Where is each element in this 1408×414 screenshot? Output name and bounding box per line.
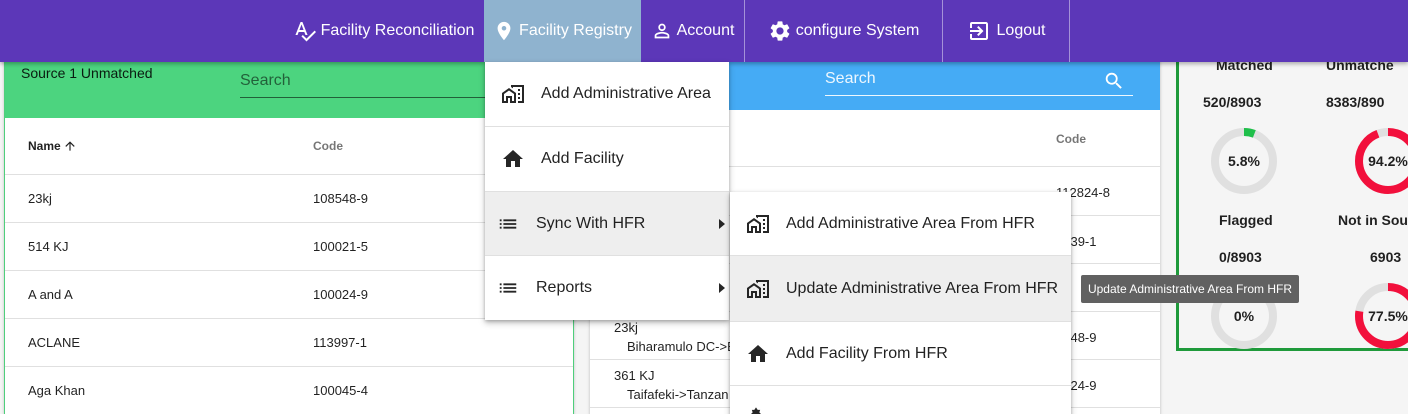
nav-configure-system-label: configure System — [795, 22, 920, 39]
menu-item-reports[interactable]: Reports — [485, 256, 729, 320]
nav-logout-label: Logout — [996, 22, 1046, 39]
nav-facility-reconciliation-label: Facility Reconciliation — [320, 22, 475, 39]
not-in-source-value: 6903 — [1370, 249, 1402, 265]
table-row[interactable]: Aga Khan 100045-4 — [5, 367, 573, 414]
row-name: ACLANE — [28, 335, 81, 350]
logout-icon — [969, 22, 988, 40]
row-code: 113997-1 — [313, 335, 367, 350]
list-icon — [499, 218, 517, 229]
row-name: A and A — [28, 287, 73, 302]
nav-facility-reconciliation[interactable]: Facility Reconciliation — [283, 0, 484, 62]
add-location-icon — [747, 214, 769, 233]
nav-facility-registry-label: Facility Registry — [519, 22, 632, 39]
code-column-header[interactable]: Code — [313, 139, 343, 153]
source1-title: Source 1 Unmatched — [21, 65, 153, 81]
name-column-label: Name — [28, 139, 61, 153]
top-toolbar: Facility Reconciliation Facility Registr… — [0, 0, 1408, 62]
flagged-label: Flagged — [1219, 212, 1273, 228]
row-name: 361 KJ — [614, 368, 655, 383]
menu-item-label: Sync With HFR — [536, 214, 646, 232]
menu-item-label: Update Administrative Area From HFR — [786, 279, 1059, 297]
matched-donut: 5.8% — [1210, 127, 1278, 195]
source1-search-input[interactable]: Search — [240, 70, 520, 98]
gear-icon — [751, 407, 761, 414]
gear-icon — [770, 21, 790, 41]
row-code: 100024-9 — [313, 287, 368, 302]
tooltip: Update Administrative Area From HFR — [1081, 275, 1299, 303]
person-icon — [654, 23, 669, 39]
row-name: 514 KJ — [28, 239, 69, 254]
facility-registry-menu: Add Administrative Area Add Facility Syn… — [485, 62, 729, 320]
matched-percent: 5.8% — [1228, 153, 1260, 169]
menu-item-add-facility[interactable]: Add Facility — [485, 127, 729, 192]
row-code: 108548-9 — [313, 191, 368, 206]
home-icon — [503, 150, 523, 167]
row-name: Aga Khan — [28, 383, 86, 398]
matched-value: 520/8903 — [1203, 94, 1262, 110]
nav-account-label: Account — [676, 22, 735, 39]
nav-facility-registry[interactable]: Facility Registry — [484, 0, 641, 62]
nav-configure-system[interactable]: configure System — [744, 0, 942, 62]
add-location-icon — [502, 85, 524, 103]
nav-logout[interactable]: Logout — [942, 0, 1070, 62]
menu-item-label: Add Facility — [541, 150, 624, 167]
arrow-up-icon — [65, 141, 75, 151]
unmatched-donut: 94.2% — [1354, 127, 1408, 195]
spellcheck-icon — [295, 22, 316, 42]
sync-with-hfr-submenu: Add Administrative Area From HFR Update … — [730, 192, 1071, 414]
unmatched-percent: 94.2% — [1368, 153, 1408, 169]
add-location-icon — [747, 279, 769, 298]
not-in-source-donut: 77.5% — [1354, 282, 1408, 350]
list-icon — [499, 283, 517, 293]
menu-item-sync-with-hfr[interactable]: Sync With HFR — [485, 192, 729, 256]
menu-item-label: Add Administrative Area From HFR — [786, 214, 1035, 232]
row-parent: Biharamulo DC->B — [627, 339, 736, 354]
source2-search-placeholder: Search — [825, 70, 876, 87]
not-in-source-label: Not in Sour — [1338, 212, 1408, 228]
name-column-header[interactable]: Name — [28, 139, 77, 153]
row-name: 23kj — [614, 320, 638, 335]
code-column-header[interactable]: Code — [1056, 132, 1086, 146]
menu-item-label: Add Administrative Area — [541, 85, 711, 102]
submenu-arrow-icon — [719, 219, 725, 229]
row-parent: Taifafeki->Tanzan — [627, 387, 729, 402]
menu-item-label: Reports — [536, 279, 593, 296]
menu-item-label: Add Facility From HFR — [786, 344, 948, 362]
row-code: 100021-5 — [313, 239, 368, 254]
reconciliation-stats-panel: Matched Unmatche 520/8903 8383/890 5.8% … — [1176, 55, 1408, 351]
menu-item-more[interactable] — [730, 386, 1071, 414]
row-name: 23kj — [28, 191, 52, 206]
menu-item-update-administrative-area-from-hfr[interactable]: Update Administrative Area From HFR — [730, 256, 1071, 322]
not-in-source-percent: 77.5% — [1368, 308, 1408, 324]
unmatched-value: 8383/890 — [1326, 94, 1385, 110]
location-pin-icon — [497, 21, 511, 41]
submenu-arrow-icon — [719, 283, 725, 293]
table-row[interactable]: ACLANE 113997-1 — [5, 319, 573, 367]
search-icon[interactable] — [1103, 70, 1125, 92]
nav-account[interactable]: Account — [641, 0, 744, 62]
source2-search-input[interactable]: Search — [825, 68, 1133, 96]
menu-item-add-facility-from-hfr[interactable]: Add Facility From HFR — [730, 322, 1071, 386]
menu-item-add-administrative-area[interactable]: Add Administrative Area — [485, 62, 729, 127]
menu-item-add-administrative-area-from-hfr[interactable]: Add Administrative Area From HFR — [730, 192, 1071, 256]
home-icon — [748, 344, 768, 362]
flagged-value: 0/8903 — [1219, 249, 1262, 265]
row-code: 100045-4 — [313, 383, 368, 398]
